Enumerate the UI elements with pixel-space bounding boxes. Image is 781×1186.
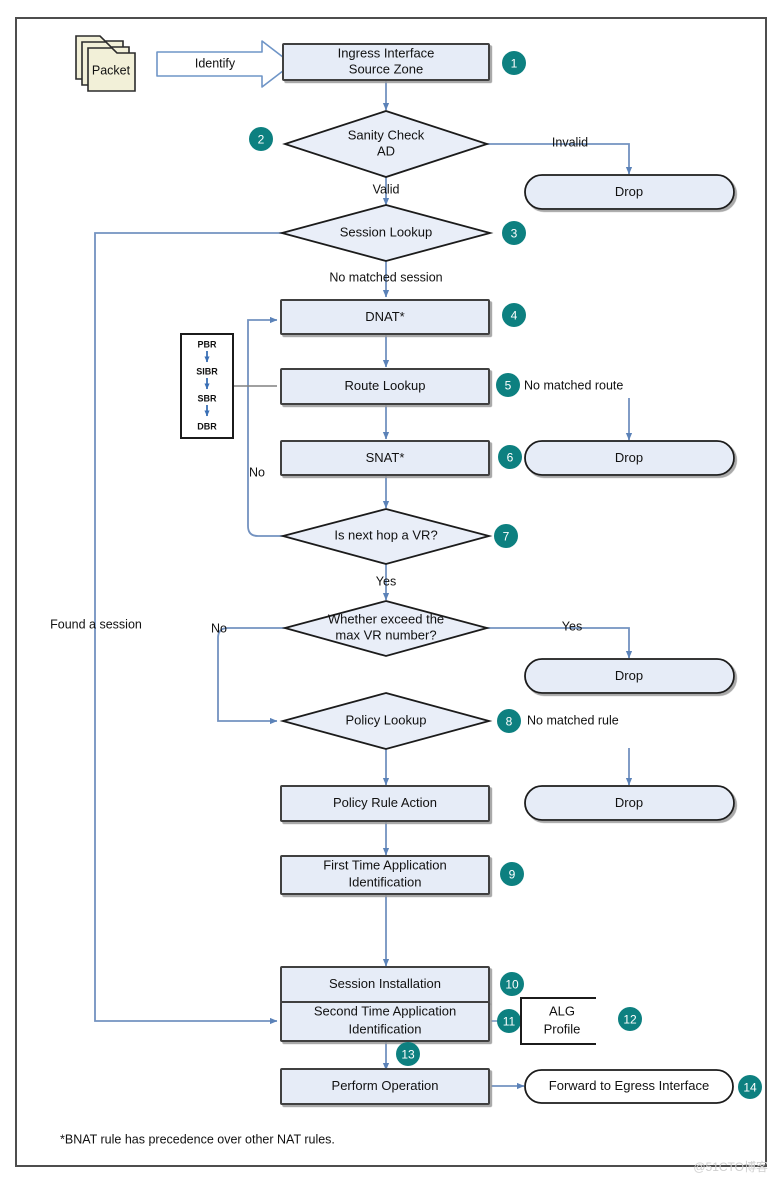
node-second-time-appid-line2: Identification [349, 1021, 422, 1036]
node-drop-1-label: Drop [615, 184, 643, 199]
node-perform-operation-label: Perform Operation [332, 1078, 439, 1093]
node-policy-rule-action[interactable]: Policy Rule Action [280, 785, 490, 822]
node-drop-2-label: Drop [615, 450, 643, 465]
route-order-item-3: DBR [197, 421, 217, 431]
label-no-matched-route: No matched route [524, 378, 623, 392]
badge-1: 1 [502, 51, 526, 75]
node-drop-4-label: Drop [615, 795, 643, 810]
route-order-item-1: SIBR [196, 366, 218, 376]
watermark: @51CTO博客 [693, 1159, 768, 1174]
node-ingress-line1: Ingress Interface [338, 45, 435, 60]
badge-4-text: 4 [511, 309, 518, 323]
badge-11-text: 11 [503, 1015, 516, 1029]
node-drop-3[interactable]: Drop [524, 658, 735, 694]
badge-3-text: 3 [511, 227, 518, 241]
node-ingress-line2: Source Zone [349, 61, 423, 76]
badge-7: 7 [494, 524, 518, 548]
badge-7-text: 7 [503, 530, 510, 544]
node-ingress-interface[interactable]: Ingress Interface Source Zone [282, 43, 490, 81]
route-order-item-0: PBR [197, 339, 217, 349]
node-alg-profile-line1: ALG [549, 1003, 575, 1018]
badge-11: 11 [497, 1009, 521, 1033]
node-perform-operation[interactable]: Perform Operation [280, 1068, 490, 1105]
badge-10-text: 10 [505, 978, 519, 992]
node-policy-lookup-label: Policy Lookup [346, 712, 427, 727]
badge-2-text: 2 [258, 133, 265, 147]
flowchart-canvas: Packet Identify Ingress Interface Source… [0, 0, 781, 1186]
badge-1-text: 1 [511, 57, 518, 71]
node-drop-2[interactable]: Drop [524, 440, 735, 476]
label-invalid: Invalid [552, 135, 588, 149]
label-no-matched-session: No matched session [329, 270, 442, 284]
node-alg-profile[interactable]: ALG Profile [520, 997, 596, 1045]
badge-12: 12 [618, 1007, 642, 1031]
badge-6-text: 6 [507, 451, 514, 465]
node-session-lookup-label: Session Lookup [340, 224, 433, 239]
node-next-hop-vr-label: Is next hop a VR? [334, 527, 437, 542]
node-drop-3-label: Drop [615, 668, 643, 683]
flowchart-svg: Packet Identify Ingress Interface Source… [15, 17, 768, 1174]
badge-14: 14 [738, 1075, 762, 1099]
badge-2: 2 [249, 127, 273, 151]
badge-12-text: 12 [623, 1013, 637, 1027]
badge-14-text: 14 [743, 1081, 757, 1095]
footnote: *BNAT rule has precedence over other NAT… [60, 1132, 335, 1146]
node-sanity-line2: AD [377, 143, 395, 158]
badge-3: 3 [502, 221, 526, 245]
badge-9-text: 9 [509, 868, 516, 882]
badge-5: 5 [496, 373, 520, 397]
node-drop-1[interactable]: Drop [524, 174, 735, 210]
route-order-item-2: SBR [197, 393, 217, 403]
label-no-matched-rule: No matched rule [527, 713, 619, 727]
identify-label: Identify [195, 56, 236, 70]
node-second-time-appid-line1: Second Time Application [314, 1003, 456, 1018]
node-route-lookup[interactable]: Route Lookup [280, 368, 490, 405]
badge-13: 13 [396, 1042, 420, 1066]
node-exceed-vr-line2: max VR number? [335, 627, 436, 642]
node-dnat[interactable]: DNAT* [280, 299, 490, 335]
badge-9: 9 [500, 862, 524, 886]
badge-4: 4 [502, 303, 526, 327]
label-no-exceed: No [211, 621, 227, 635]
node-sanity-line1: Sanity Check [348, 127, 425, 142]
badge-6: 6 [498, 445, 522, 469]
node-route-lookup-label: Route Lookup [345, 378, 426, 393]
badge-13-text: 13 [401, 1048, 415, 1062]
label-valid: Valid [373, 182, 400, 196]
node-drop-4[interactable]: Drop [524, 785, 735, 821]
node-first-time-appid[interactable]: First Time Application Identification [280, 855, 490, 895]
packet-label: Packet [92, 63, 131, 77]
node-dnat-label: DNAT* [365, 309, 404, 324]
node-first-time-appid-line2: Identification [349, 874, 422, 889]
node-exceed-vr-line1: Whether exceed the [328, 611, 444, 626]
badge-8-text: 8 [506, 715, 513, 729]
node-alg-profile-line2: Profile [544, 1021, 581, 1036]
node-first-time-appid-line1: First Time Application [323, 857, 447, 872]
route-order-box: PBR SIBR SBR DBR [180, 333, 234, 439]
node-session-installation[interactable]: Session Installation [280, 966, 490, 1003]
label-found-a-session: Found a session [50, 617, 142, 631]
badge-5-text: 5 [505, 379, 512, 393]
badge-8: 8 [497, 709, 521, 733]
label-yes-exceed: Yes [562, 619, 582, 633]
badge-10: 10 [500, 972, 524, 996]
node-forward-egress[interactable]: Forward to Egress Interface [524, 1069, 734, 1104]
label-no-vr: No [249, 465, 265, 479]
label-yes-vr: Yes [376, 574, 396, 588]
node-snat[interactable]: SNAT* [280, 440, 490, 476]
node-forward-egress-label: Forward to Egress Interface [549, 1078, 709, 1093]
node-snat-label: SNAT* [366, 450, 405, 465]
node-policy-rule-action-label: Policy Rule Action [333, 795, 437, 810]
node-second-time-appid[interactable]: Second Time Application Identification [280, 1001, 490, 1042]
node-session-installation-label: Session Installation [329, 976, 441, 991]
